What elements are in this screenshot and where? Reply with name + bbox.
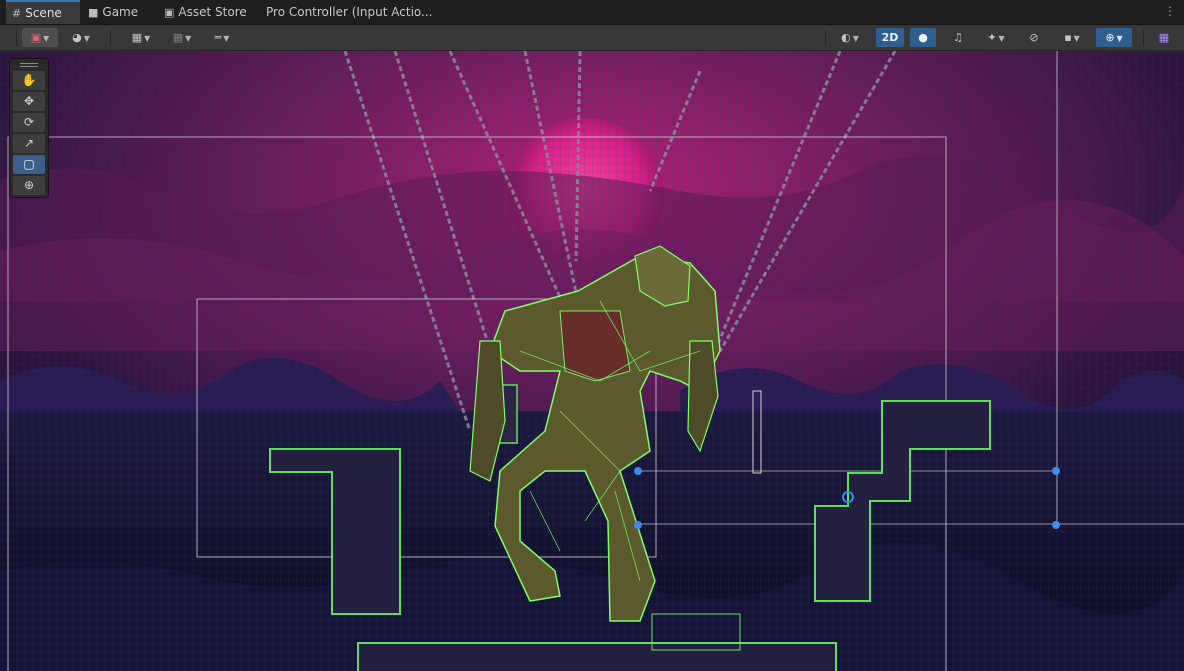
shading-icon: ◐ [841, 31, 851, 44]
effects-icon: ✦ [987, 31, 997, 44]
grid-snap-icon: ▦ [131, 31, 143, 44]
gizmo-handle[interactable] [1052, 467, 1060, 475]
rotate-tool-icon: ⟳ [23, 115, 35, 129]
toolbar-separator [110, 30, 111, 46]
gizmos-dropdown[interactable]: ⊕ ▼ [1096, 28, 1132, 47]
scale-tool-button[interactable]: ↗ [13, 134, 45, 153]
grid-icon: ▦ [1158, 31, 1170, 44]
tab-asset-store[interactable]: ▣ Asset Store [164, 0, 247, 24]
camera-icon: ▪ [1064, 31, 1072, 44]
gamepad-icon: ■ [88, 6, 99, 19]
lighting-icon: ● [918, 31, 928, 44]
draw-mode-icon: ▣ [30, 31, 42, 44]
scene-tools-overlay: ✋ ✥ ⟳ ↗ ▢ ⊕ [9, 58, 49, 198]
effects-dropdown[interactable]: ✦ ▼ [976, 28, 1016, 47]
tab-game[interactable]: ■ Game [88, 0, 138, 24]
scene-toolbar: ▣ ▼ ◕ ▼ ▦ ▼ ▦ ▼ ═ ▼ ◐ ▼ 2D ● ♫ ✦ ▼ ⊘ ▪ ▼… [0, 25, 1184, 51]
transform-tool-icon: ⊕ [23, 178, 35, 192]
camera-dropdown[interactable]: ▪ ▼ [1052, 28, 1092, 47]
hash-icon: # [12, 7, 22, 20]
grid-snap-dropdown[interactable]: ▦ ▼ [122, 28, 160, 47]
increment-snap-icon: ▦ [172, 31, 184, 44]
platform-ground [357, 642, 837, 671]
tab-bar: # Scene ■ Game ▣ Asset Store Pro Controller… [0, 0, 1184, 25]
hidden-objects-toggle[interactable]: ⊘ [1022, 28, 1046, 47]
toolbar-separator [825, 30, 826, 46]
more-options-icon[interactable]: ⋮ [1164, 4, 1176, 18]
toolbar-separator [16, 30, 17, 46]
rect-tool-icon: ▢ [23, 157, 35, 171]
move-tool-icon: ✥ [23, 94, 35, 108]
overlay-drag-handle[interactable] [20, 63, 38, 67]
audio-icon: ♫ [953, 31, 963, 44]
gizmo-handle[interactable] [634, 521, 642, 529]
scale-tool-icon: ↗ [23, 136, 35, 150]
gizmos-icon: ⊕ [1105, 31, 1115, 44]
scene-viewport[interactable]: ✋ ✥ ⟳ ↗ ▢ ⊕ [0, 51, 1184, 671]
move-tool-button[interactable]: ✥ [13, 92, 45, 111]
lighting-toggle[interactable]: ● [910, 28, 936, 47]
mode-2d-toggle[interactable]: 2D [876, 28, 904, 47]
global-icon: ◕ [72, 31, 82, 44]
ruler-icon: ═ [214, 31, 222, 44]
rect-tool-button[interactable]: ▢ [13, 155, 45, 174]
tab-pro-controller[interactable]: Pro Controller (Input Actio... [266, 0, 432, 24]
toolbar-separator [1143, 30, 1144, 46]
view-tool-hand-icon: ✋ [21, 73, 37, 87]
shading-mode-dropdown[interactable]: ◐ ▼ [832, 28, 868, 47]
draw-mode-dropdown[interactable]: ▣ ▼ [22, 28, 58, 47]
view-tool-button[interactable]: ✋ [13, 71, 45, 90]
unity-editor-window: # Scene ■ Game ▣ Asset Store Pro Controller… [0, 0, 1184, 671]
gizmo-handle[interactable] [1052, 521, 1060, 529]
transform-tool-button[interactable]: ⊕ [13, 176, 45, 195]
hidden-objects-icon: ⊘ [1029, 31, 1039, 44]
ruler-dropdown[interactable]: ═ ▼ [204, 28, 240, 47]
grid-toggle[interactable]: ▦ [1152, 28, 1176, 47]
tab-scene[interactable]: # Scene [6, 0, 80, 24]
shopping-bag-icon: ▣ [164, 6, 175, 19]
global-toggle[interactable]: ◕ ▼ [62, 28, 100, 47]
audio-toggle[interactable]: ♫ [946, 28, 970, 47]
gizmo-handle[interactable] [634, 467, 642, 475]
rotate-tool-button[interactable]: ⟳ [13, 113, 45, 132]
scene-render [0, 51, 1184, 671]
increment-snap-dropdown[interactable]: ▦ ▼ [164, 28, 200, 47]
